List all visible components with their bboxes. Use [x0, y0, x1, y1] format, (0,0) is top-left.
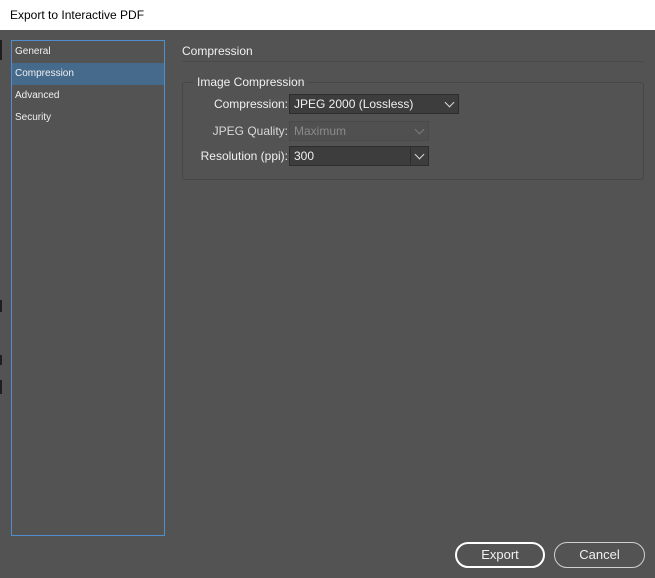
chevron-down-icon — [444, 97, 455, 108]
dialog-title: Export to Interactive PDF — [0, 0, 655, 30]
cancel-button[interactable]: Cancel — [554, 542, 645, 568]
resolution-label: Resolution (ppi): — [200, 149, 288, 163]
resolution-value[interactable]: 300 — [294, 149, 314, 163]
compression-row: Compression: JPEG 2000 (Lossless) — [183, 93, 645, 115]
combo-divider — [410, 147, 411, 165]
jpeg-quality-row: JPEG Quality: Maximum — [183, 120, 645, 142]
edge-mark — [0, 380, 2, 394]
section-divider — [182, 61, 644, 62]
edge-mark — [0, 300, 2, 312]
export-button[interactable]: Export — [455, 542, 545, 568]
category-list[interactable]: General Compression Advanced Security — [11, 40, 165, 536]
image-compression-group: Image Compression Compression: JPEG 2000… — [182, 74, 645, 180]
compression-label: Compression: — [213, 97, 288, 111]
sidebar-item-advanced[interactable]: Advanced — [12, 85, 164, 107]
export-dialog: Export to Interactive PDF General Compre… — [0, 0, 655, 578]
sidebar-item-compression[interactable]: Compression — [12, 63, 164, 85]
edge-mark — [0, 355, 2, 365]
compression-select[interactable]: JPEG 2000 (Lossless) — [289, 94, 459, 114]
edge-mark — [0, 40, 2, 60]
settings-panel: Compression Image Compression Compressio… — [182, 40, 644, 190]
group-title: Image Compression — [193, 74, 309, 90]
resolution-row: Resolution (ppi): 300 — [183, 145, 645, 167]
sidebar-item-general[interactable]: General — [12, 41, 164, 63]
resolution-combobox[interactable]: 300 — [289, 146, 429, 166]
chevron-down-icon — [414, 124, 425, 135]
sidebar-item-security[interactable]: Security — [12, 107, 164, 129]
section-title: Compression — [182, 44, 253, 58]
jpeg-quality-value: Maximum — [294, 124, 347, 138]
chevron-down-icon[interactable] — [414, 149, 425, 160]
jpeg-quality-select: Maximum — [289, 121, 429, 141]
jpeg-quality-label: JPEG Quality: — [212, 124, 288, 138]
compression-value: JPEG 2000 (Lossless) — [294, 97, 414, 111]
